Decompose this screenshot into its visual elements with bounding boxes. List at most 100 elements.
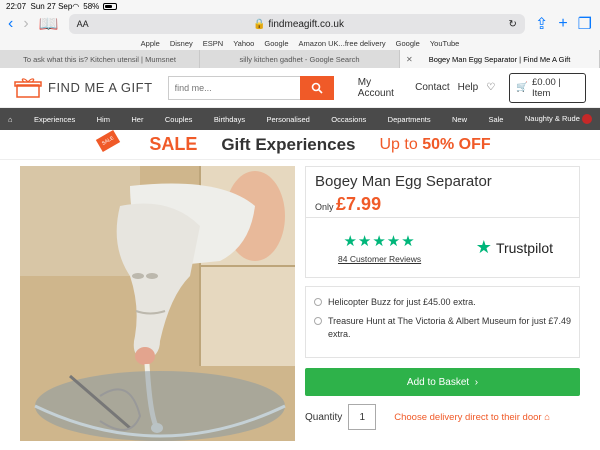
reader-button[interactable]: AA xyxy=(77,19,89,29)
banner-discount: Up to 50% OFF xyxy=(380,136,491,154)
close-tab-icon[interactable]: ✕ xyxy=(406,55,413,64)
product-info: Bogey Man Egg Separator Only £7.99 ★★★★★… xyxy=(305,166,580,441)
site-search xyxy=(167,75,334,100)
price-prefix: Only xyxy=(315,202,334,212)
radio-button[interactable] xyxy=(314,298,322,306)
nav-item-label: Naughty & Rude xyxy=(524,113,580,123)
product-title: Bogey Man Egg Separator xyxy=(315,173,492,190)
nav-item-naughty-rude[interactable]: Naughty & Rude xyxy=(525,114,592,124)
search-icon xyxy=(311,82,323,94)
banner-upto: Up to xyxy=(379,135,418,153)
delivery-link[interactable]: Choose delivery direct to their door ⌂ xyxy=(394,412,550,423)
favorite-link[interactable]: ESPN xyxy=(203,39,223,48)
help-link[interactable]: Help xyxy=(458,82,479,93)
quantity-input[interactable]: 1 xyxy=(348,404,377,430)
heart-icon[interactable]: ♡ xyxy=(486,82,495,93)
share-icon[interactable]: ⇪ xyxy=(535,14,548,34)
tab-bar: To ask what this is? Kitchen utensil | M… xyxy=(0,50,600,68)
chevron-right-icon: › xyxy=(474,376,479,388)
nav-item-him[interactable]: Him xyxy=(97,115,110,124)
favorite-link[interactable]: Google xyxy=(396,39,420,48)
egg-separator-illustration xyxy=(20,166,295,441)
star-rating-icon: ★★★★★ xyxy=(343,232,416,250)
price-value: £7.99 xyxy=(336,194,382,214)
favorite-link[interactable]: Disney xyxy=(170,39,193,48)
reload-icon[interactable]: ↻ xyxy=(509,19,517,30)
search-button[interactable] xyxy=(299,75,334,100)
nav-item-departments[interactable]: Departments xyxy=(388,115,431,124)
trustpilot-star-icon: ★ xyxy=(475,237,492,257)
nav-item-new[interactable]: New xyxy=(452,115,467,124)
browser-toolbar: ‹ › 📖 AA 🔒 findmeagift.co.uk ↻ ⇪ + ❐ xyxy=(0,12,600,36)
banner-gift-experiences: Gift Experiences xyxy=(221,134,356,154)
cart-icon: 🛒 xyxy=(516,82,528,93)
nav-item-her[interactable]: Her xyxy=(131,115,143,124)
favorite-link[interactable]: YouTube xyxy=(430,39,459,48)
product-price: Only £7.99 xyxy=(315,194,571,215)
account-links: My Account Contact Help ♡ 🛒 £0.00 | Item xyxy=(358,72,586,103)
reviews-link[interactable]: 84 Customer Reviews xyxy=(338,254,421,264)
favorite-link[interactable]: Yahoo xyxy=(233,39,254,48)
address-bar[interactable]: AA 🔒 findmeagift.co.uk ↻ xyxy=(68,14,525,34)
add-to-basket-button[interactable]: Add to Basket › xyxy=(305,368,580,396)
quantity-label: Quantity xyxy=(305,411,343,423)
my-account-link[interactable]: My Account xyxy=(358,77,407,99)
quantity-row: Quantity 1 Choose delivery direct to the… xyxy=(305,404,580,430)
add-to-basket-label: Add to Basket xyxy=(406,376,470,388)
battery-percent: 58% xyxy=(83,1,100,11)
main-nav: ⌂ Experiences Him Her Couples Birthdays … xyxy=(0,108,600,130)
basket-button[interactable]: 🛒 £0.00 | Item xyxy=(509,72,586,103)
reviews-box: ★★★★★ 84 Customer Reviews ★ Trustpilot xyxy=(305,218,580,278)
extra-label: Helicopter Buzz for just £45.00 extra. xyxy=(328,297,476,307)
trustpilot-logo[interactable]: ★ Trustpilot xyxy=(476,237,553,258)
lock-icon: 🔒 xyxy=(253,18,266,30)
nav-item-sale[interactable]: Sale xyxy=(488,115,503,124)
nav-item-experiences[interactable]: Experiences xyxy=(34,115,75,124)
contact-link[interactable]: Contact xyxy=(415,82,449,93)
tab-label: To ask what this is? Kitchen utensil | M… xyxy=(23,54,176,64)
favorites-bar: Apple Disney ESPN Yahoo Google Amazon UK… xyxy=(0,36,600,50)
site-logo[interactable]: FIND ME A GIFT xyxy=(14,77,156,99)
favorite-link[interactable]: Apple xyxy=(141,39,160,48)
new-tab-icon[interactable]: + xyxy=(558,15,567,33)
status-date: Sun 27 Sep xyxy=(30,1,73,11)
battery-icon xyxy=(103,2,118,10)
product-image[interactable] xyxy=(20,166,295,441)
forward-icon[interactable]: › xyxy=(23,15,28,33)
favorite-link[interactable]: Amazon UK...free delivery xyxy=(299,39,386,48)
tab-google-search[interactable]: silly kitchen gadhet - Google Search xyxy=(200,50,400,68)
delivery-label: Choose delivery direct to their door xyxy=(394,411,542,423)
extra-option[interactable]: Treasure Hunt at The Victoria & Albert M… xyxy=(314,315,571,341)
nav-item-couples[interactable]: Couples xyxy=(165,115,193,124)
wifi-icon: ◠ xyxy=(72,1,80,11)
devil-icon xyxy=(582,114,592,124)
trustpilot-label: Trustpilot xyxy=(495,239,553,256)
extra-label: Treasure Hunt at The Victoria & Albert M… xyxy=(328,316,571,339)
tab-mumsnet[interactable]: To ask what this is? Kitchen utensil | M… xyxy=(0,50,200,68)
banner-sale: SALE xyxy=(149,134,198,154)
extra-option[interactable]: Helicopter Buzz for just £45.00 extra. xyxy=(314,296,571,309)
favorite-link[interactable]: Google xyxy=(264,39,288,48)
extras-box: Helicopter Buzz for just £45.00 extra. T… xyxy=(305,286,580,358)
gift-logo-icon xyxy=(14,77,42,98)
nav-item-occasions[interactable]: Occasions xyxy=(331,115,366,124)
logo-text: FIND ME A GIFT xyxy=(48,80,153,95)
product-title-box: Bogey Man Egg Separator Only £7.99 xyxy=(305,166,580,218)
search-input[interactable] xyxy=(167,75,300,100)
nav-item-birthdays[interactable]: Birthdays xyxy=(214,115,245,124)
product-main: Bogey Man Egg Separator Only £7.99 ★★★★★… xyxy=(0,160,600,441)
rating-summary: ★★★★★ 84 Customer Reviews xyxy=(338,232,421,264)
status-bar: 22:07 Sun 27 Sep ◠ 58% xyxy=(0,0,600,12)
basket-label: £0.00 | Item xyxy=(532,76,561,99)
sale-banner[interactable]: SALE SALE Gift Experiences Up to 50% OFF xyxy=(0,129,600,160)
radio-button[interactable] xyxy=(314,317,322,325)
home-icon: ⌂ xyxy=(544,411,550,423)
bookmarks-icon[interactable]: 📖 xyxy=(39,14,59,34)
tab-findmeagift[interactable]: ✕ Bogey Man Egg Separator | Find Me A Gif… xyxy=(400,50,600,68)
home-icon[interactable]: ⌂ xyxy=(8,115,13,124)
url-text: findmeagift.co.uk xyxy=(268,18,344,30)
tabs-overview-icon[interactable]: ❐ xyxy=(578,14,592,34)
back-icon[interactable]: ‹ xyxy=(8,15,13,33)
status-time: 22:07 xyxy=(6,1,27,11)
nav-item-personalised[interactable]: Personalised xyxy=(266,115,309,124)
